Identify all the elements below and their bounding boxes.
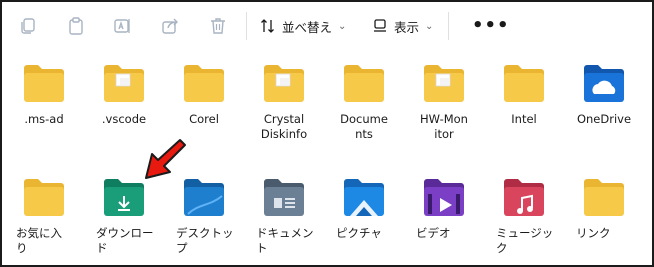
item-label: .ms-ad — [24, 112, 64, 126]
item-label: Intel — [511, 112, 537, 126]
item-label: HW-Mon itor — [420, 112, 468, 141]
folder-downloads[interactable]: ダウンロード — [88, 176, 160, 256]
folder-documents[interactable]: Docume nts — [328, 62, 400, 142]
item-label: ダウンロード — [96, 226, 154, 255]
documents-folder-icon — [248, 176, 320, 218]
red-arrow-annotation — [145, 139, 186, 179]
sort-button[interactable]: 並べ替え ⌄ — [260, 15, 346, 37]
folder-icon — [488, 62, 560, 104]
item-label: デスクトップ — [176, 226, 234, 255]
folder-desktop[interactable]: デスクトップ — [168, 176, 240, 256]
folder-corel[interactable]: Corel — [168, 62, 240, 127]
item-label: OneDrive — [576, 112, 632, 126]
onedrive-folder-icon — [568, 62, 640, 104]
folder-icon — [408, 62, 480, 104]
folder-icon — [168, 62, 240, 104]
folder-crystal-diskinfo[interactable]: Crystal Diskinfo — [248, 62, 320, 142]
folder-videos[interactable]: ビデオ — [408, 176, 480, 241]
folder-favorites[interactable]: お気に入り — [8, 176, 80, 256]
view-label: 表示 — [394, 19, 420, 35]
folder-vscode[interactable]: .vscode — [88, 62, 160, 127]
folder-icon — [88, 62, 160, 104]
copy-icon[interactable] — [16, 14, 40, 38]
sort-label: 並べ替え — [282, 19, 333, 35]
view-icon — [374, 19, 386, 32]
pictures-folder-icon — [328, 176, 400, 218]
item-label: .vscode — [101, 112, 147, 126]
toolbar-divider — [448, 12, 449, 40]
folder-music[interactable]: ミュージック — [488, 176, 560, 256]
item-label: ドキュメント — [256, 226, 314, 255]
folder-hw-monitor[interactable]: HW-Mon itor — [408, 62, 480, 142]
item-label: お気に入り — [16, 226, 62, 255]
folder-icon — [8, 176, 80, 218]
folder-icon — [568, 176, 640, 218]
item-label: Corel — [189, 112, 219, 126]
folder-documents-jp[interactable]: ドキュメント — [248, 176, 320, 256]
more-options-button[interactable]: ••• — [472, 15, 510, 36]
folder-links[interactable]: リンク — [568, 176, 640, 241]
folder-ms-ad[interactable]: .ms-ad — [8, 62, 80, 127]
music-folder-icon — [488, 176, 560, 218]
item-label: ビデオ — [416, 226, 451, 240]
item-label: ミュージック — [496, 226, 554, 255]
folder-pictures[interactable]: ピクチャ — [328, 176, 400, 241]
videos-folder-icon — [408, 176, 480, 218]
sort-icon — [261, 19, 274, 33]
item-label: Crystal Diskinfo — [260, 112, 308, 141]
command-bar: 並べ替え ⌄ 表示 ⌄ ••• — [2, 2, 652, 50]
folder-icon — [248, 62, 320, 104]
folder-onedrive[interactable]: OneDrive — [568, 62, 640, 127]
item-label: リンク — [576, 226, 611, 240]
item-label: Docume nts — [340, 112, 388, 141]
folder-intel[interactable]: Intel — [488, 62, 560, 127]
downloads-folder-icon — [88, 176, 160, 218]
chevron-down-icon: ⌄ — [425, 20, 434, 32]
folder-icon — [8, 62, 80, 104]
toolbar-divider — [246, 12, 247, 40]
desktop-folder-icon — [168, 176, 240, 218]
share-icon[interactable] — [158, 14, 182, 38]
explorer-window: 並べ替え ⌄ 表示 ⌄ ••• .ms-ad .vscode Corel Cry… — [0, 0, 654, 267]
delete-icon[interactable] — [206, 14, 230, 38]
rename-icon[interactable] — [110, 14, 134, 38]
chevron-down-icon: ⌄ — [338, 20, 347, 32]
folder-icon — [328, 62, 400, 104]
item-label: ピクチャ — [336, 226, 382, 240]
paste-icon[interactable] — [64, 14, 88, 38]
view-button[interactable]: 表示 ⌄ — [372, 15, 433, 37]
